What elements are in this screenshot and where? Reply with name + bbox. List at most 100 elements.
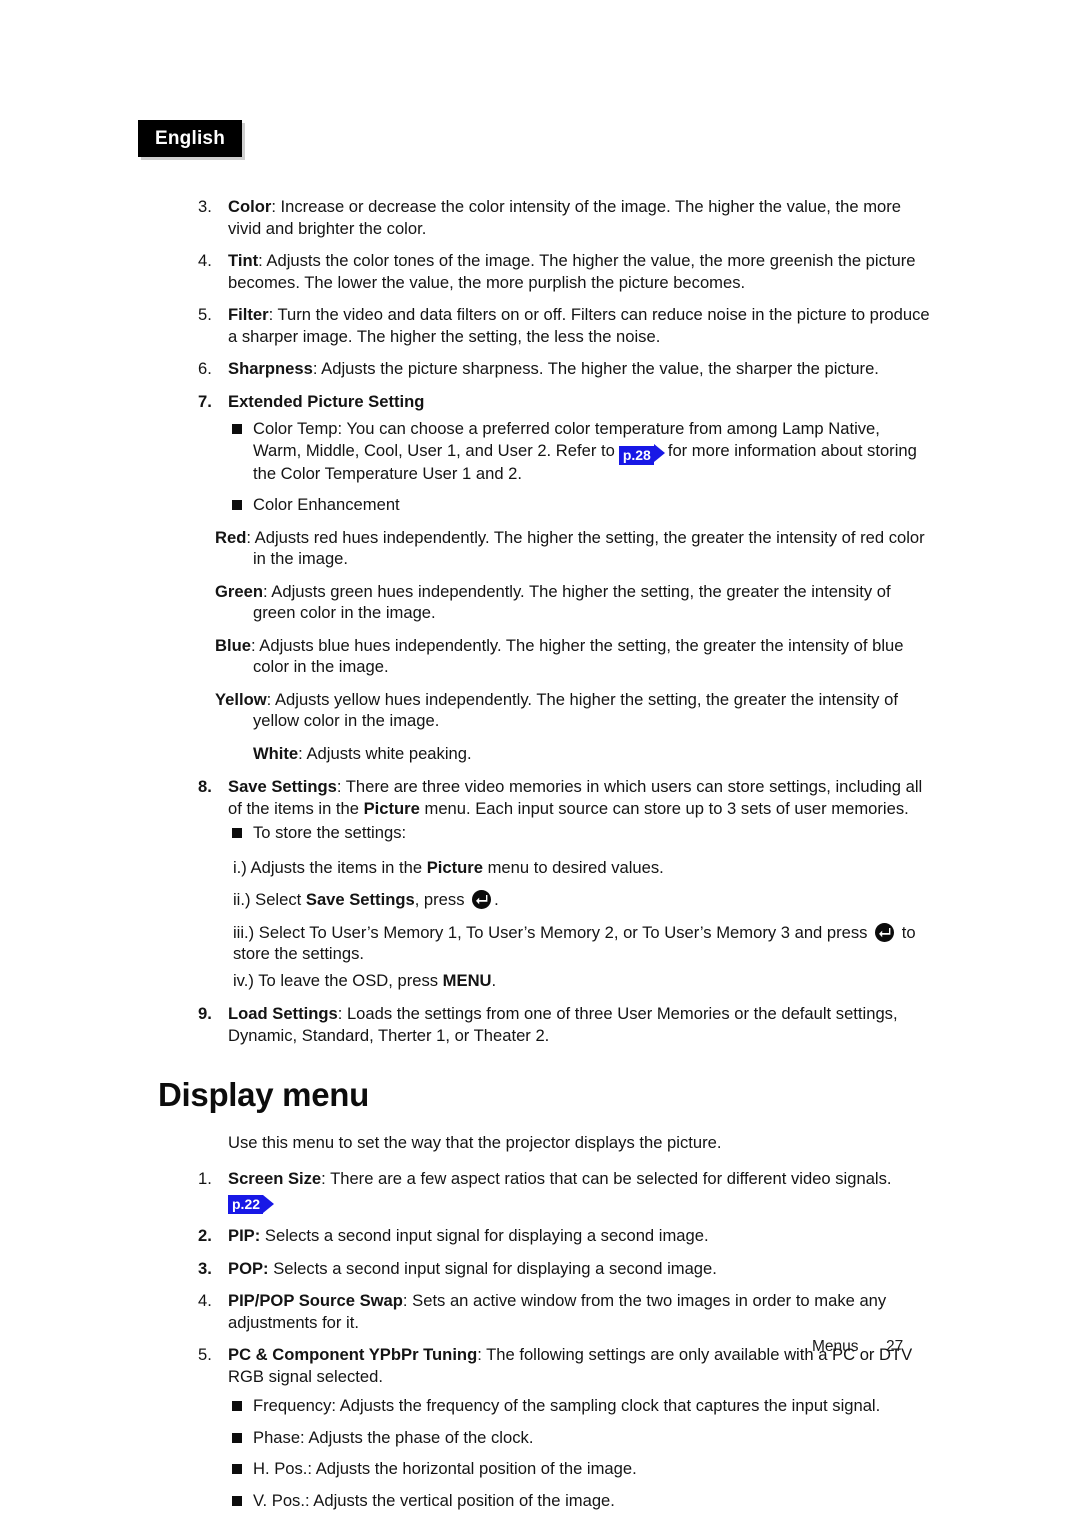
list-item-sharpness: 6. Sharpness: Adjusts the picture sharpn… xyxy=(0,358,1080,380)
page-reference-badge-p22[interactable]: p.22 xyxy=(228,1195,275,1214)
save-settings-text-b: menu. Each input source can store up to … xyxy=(424,798,909,818)
list-number: 4. xyxy=(198,1291,212,1310)
list-number: 9. xyxy=(198,1004,212,1023)
list-item-color: 3. Color: Increase or decrease the color… xyxy=(0,196,1080,239)
step-iii-text-a: iii.) Select To User’s Memory 1, To User… xyxy=(233,922,868,942)
list-number: 7. xyxy=(198,391,212,411)
list-item-filter: 5. Filter: Turn the video and data filte… xyxy=(0,304,1080,347)
screen-size-reference-line: p.22 xyxy=(0,1192,1080,1214)
list-term: Save Settings xyxy=(228,777,337,796)
inline-bold-picture: Picture xyxy=(426,857,483,877)
channel-text: : Adjusts white peaking. xyxy=(298,743,472,763)
document-page: English 3. Color: Increase or decrease t… xyxy=(0,0,1080,1528)
step-i: i.) Adjusts the items in the Picture men… xyxy=(0,857,1080,879)
list-number: 1. xyxy=(198,1168,212,1188)
square-bullet-icon xyxy=(232,1495,242,1506)
square-bullet-icon xyxy=(232,424,242,434)
page-reference-badge-p28[interactable]: p.28 xyxy=(618,443,665,465)
page-reference-label: p.28 xyxy=(618,445,654,465)
language-tab-label: English xyxy=(154,127,225,149)
channel-text: : Adjusts green hues independently. The … xyxy=(253,581,891,623)
list-term: Tint xyxy=(228,251,259,270)
page-title-display-menu: Display menu xyxy=(158,1076,369,1113)
step-iv-text-a: iv.) To leave the OSD, press xyxy=(233,970,439,990)
bullet-h-pos: H. Pos.: Adjusts the horizontal position… xyxy=(0,1458,1080,1480)
list-term: PIP/POP Source Swap xyxy=(228,1291,403,1310)
square-bullet-icon xyxy=(232,828,242,838)
step-ii-text-a: ii.) Select xyxy=(233,890,302,909)
list-text: : Adjusts the picture sharpness. The hig… xyxy=(312,359,879,378)
list-item-tint: 4. Tint: Adjusts the color tones of the … xyxy=(0,250,1080,293)
square-bullet-icon xyxy=(232,500,242,510)
list-number: 3. xyxy=(198,1258,212,1278)
bullet-text: V. Pos.: Adjusts the vertical position o… xyxy=(253,1490,615,1510)
enter-arrow-glyph xyxy=(476,895,488,905)
language-tab-english: English xyxy=(138,120,242,157)
square-bullet-icon xyxy=(232,1432,242,1443)
step-i-text-b: menu to desired values. xyxy=(487,857,664,877)
list-text: : Turn the video and data filters on or … xyxy=(228,305,930,346)
square-bullet-icon xyxy=(232,1464,242,1474)
inline-bold-picture: Picture xyxy=(363,798,420,818)
channel-text: : Adjusts blue hues independently. The h… xyxy=(250,635,904,677)
display-menu-intro: Use this menu to set the way that the pr… xyxy=(228,1133,722,1152)
list-number: 4. xyxy=(198,251,212,270)
channel-green: Green: Adjusts green hues independently.… xyxy=(0,581,1080,624)
bullet-text: Frequency: Adjusts the frequency of the … xyxy=(253,1396,881,1415)
square-bullet-icon xyxy=(232,1401,242,1411)
step-ii-text-b: , press xyxy=(414,890,465,909)
list-item-extended-picture-setting: 7. Extended Picture Setting xyxy=(0,391,1080,413)
page-footer: Menus 27 xyxy=(0,1338,1080,1360)
bullet-v-pos: V. Pos.: Adjusts the vertical position o… xyxy=(0,1490,1080,1512)
channel-term: Blue xyxy=(215,635,251,655)
color-enhancement-label: Color Enhancement xyxy=(253,495,400,514)
chevron-right-icon xyxy=(653,443,665,462)
bullet-to-store-the-settings: To store the settings: xyxy=(0,822,1080,844)
list-item-pip: 2. PIP: Selects a second input signal fo… xyxy=(0,1225,1080,1247)
page-content: 3. Color: Increase or decrease the color… xyxy=(0,196,1080,1521)
list-item-pop: 3. POP: Selects a second input signal fo… xyxy=(0,1258,1080,1280)
list-text: : Increase or decrease the color intensi… xyxy=(228,197,902,238)
step-iv: iv.) To leave the OSD, press MENU. xyxy=(0,970,1080,992)
channel-red: Red: Adjusts red hues independently. The… xyxy=(0,527,1080,570)
channel-term: Green xyxy=(215,581,263,601)
channel-yellow: Yellow: Adjusts yellow hues independentl… xyxy=(0,689,1080,732)
channel-white: White: Adjusts white peaking. xyxy=(0,743,1080,765)
list-term: Screen Size xyxy=(228,1168,322,1188)
inline-bold-menu: MENU xyxy=(442,970,492,990)
bullet-color-temp: Color Temp: You can choose a preferred c… xyxy=(0,418,1080,484)
bullet-frequency: Frequency: Adjusts the frequency of the … xyxy=(0,1395,1080,1417)
list-term: Color xyxy=(228,197,272,216)
step-i-text-a: i.) Adjusts the items in the xyxy=(233,857,423,877)
step-iii: iii.) Select To User’s Memory 1, To User… xyxy=(0,922,1080,965)
footer-section-label: Menus xyxy=(812,1338,859,1355)
channel-text: : Adjusts red hues independently. The hi… xyxy=(246,527,925,569)
step-iv-text-b: . xyxy=(491,970,497,990)
channel-term: Red xyxy=(215,527,247,547)
list-term: Sharpness xyxy=(228,359,313,378)
bullet-text: H. Pos.: Adjusts the horizontal position… xyxy=(253,1459,637,1478)
footer-page-number: 27 xyxy=(886,1338,904,1355)
list-number: 2. xyxy=(198,1226,212,1245)
list-text: Selects a second input signal for displa… xyxy=(268,1258,717,1278)
channel-blue: Blue: Adjusts blue hues independently. T… xyxy=(0,635,1080,678)
list-term: PIP: xyxy=(228,1226,261,1245)
list-item-screen-size: 1. Screen Size: There are a few aspect r… xyxy=(0,1168,1080,1190)
step-ii-text-c: . xyxy=(494,890,499,909)
list-item-load-settings: 9. Load Settings: Loads the settings fro… xyxy=(0,1003,1080,1046)
page-reference-label: p.22 xyxy=(228,1195,264,1214)
bullet-phase: Phase: Adjusts the phase of the clock. xyxy=(0,1427,1080,1449)
list-text: Selects a second input signal for displa… xyxy=(260,1226,709,1245)
enter-arrow-glyph xyxy=(879,927,891,937)
list-term: Filter xyxy=(228,305,269,324)
to-store-label: To store the settings: xyxy=(253,823,407,842)
channel-text: : Adjusts yellow hues independently. The… xyxy=(253,689,898,731)
step-ii: ii.) Select Save Settings, press . xyxy=(0,889,1080,911)
chevron-right-icon xyxy=(263,1195,275,1213)
list-text: : Adjusts the color tones of the image. … xyxy=(228,251,916,292)
list-term: POP: xyxy=(228,1258,269,1278)
bullet-text: Phase: Adjusts the phase of the clock. xyxy=(253,1427,534,1447)
list-number: 3. xyxy=(198,197,212,216)
list-item-save-settings: 8. Save Settings: There are three video … xyxy=(0,776,1080,819)
list-number: 8. xyxy=(198,777,212,796)
